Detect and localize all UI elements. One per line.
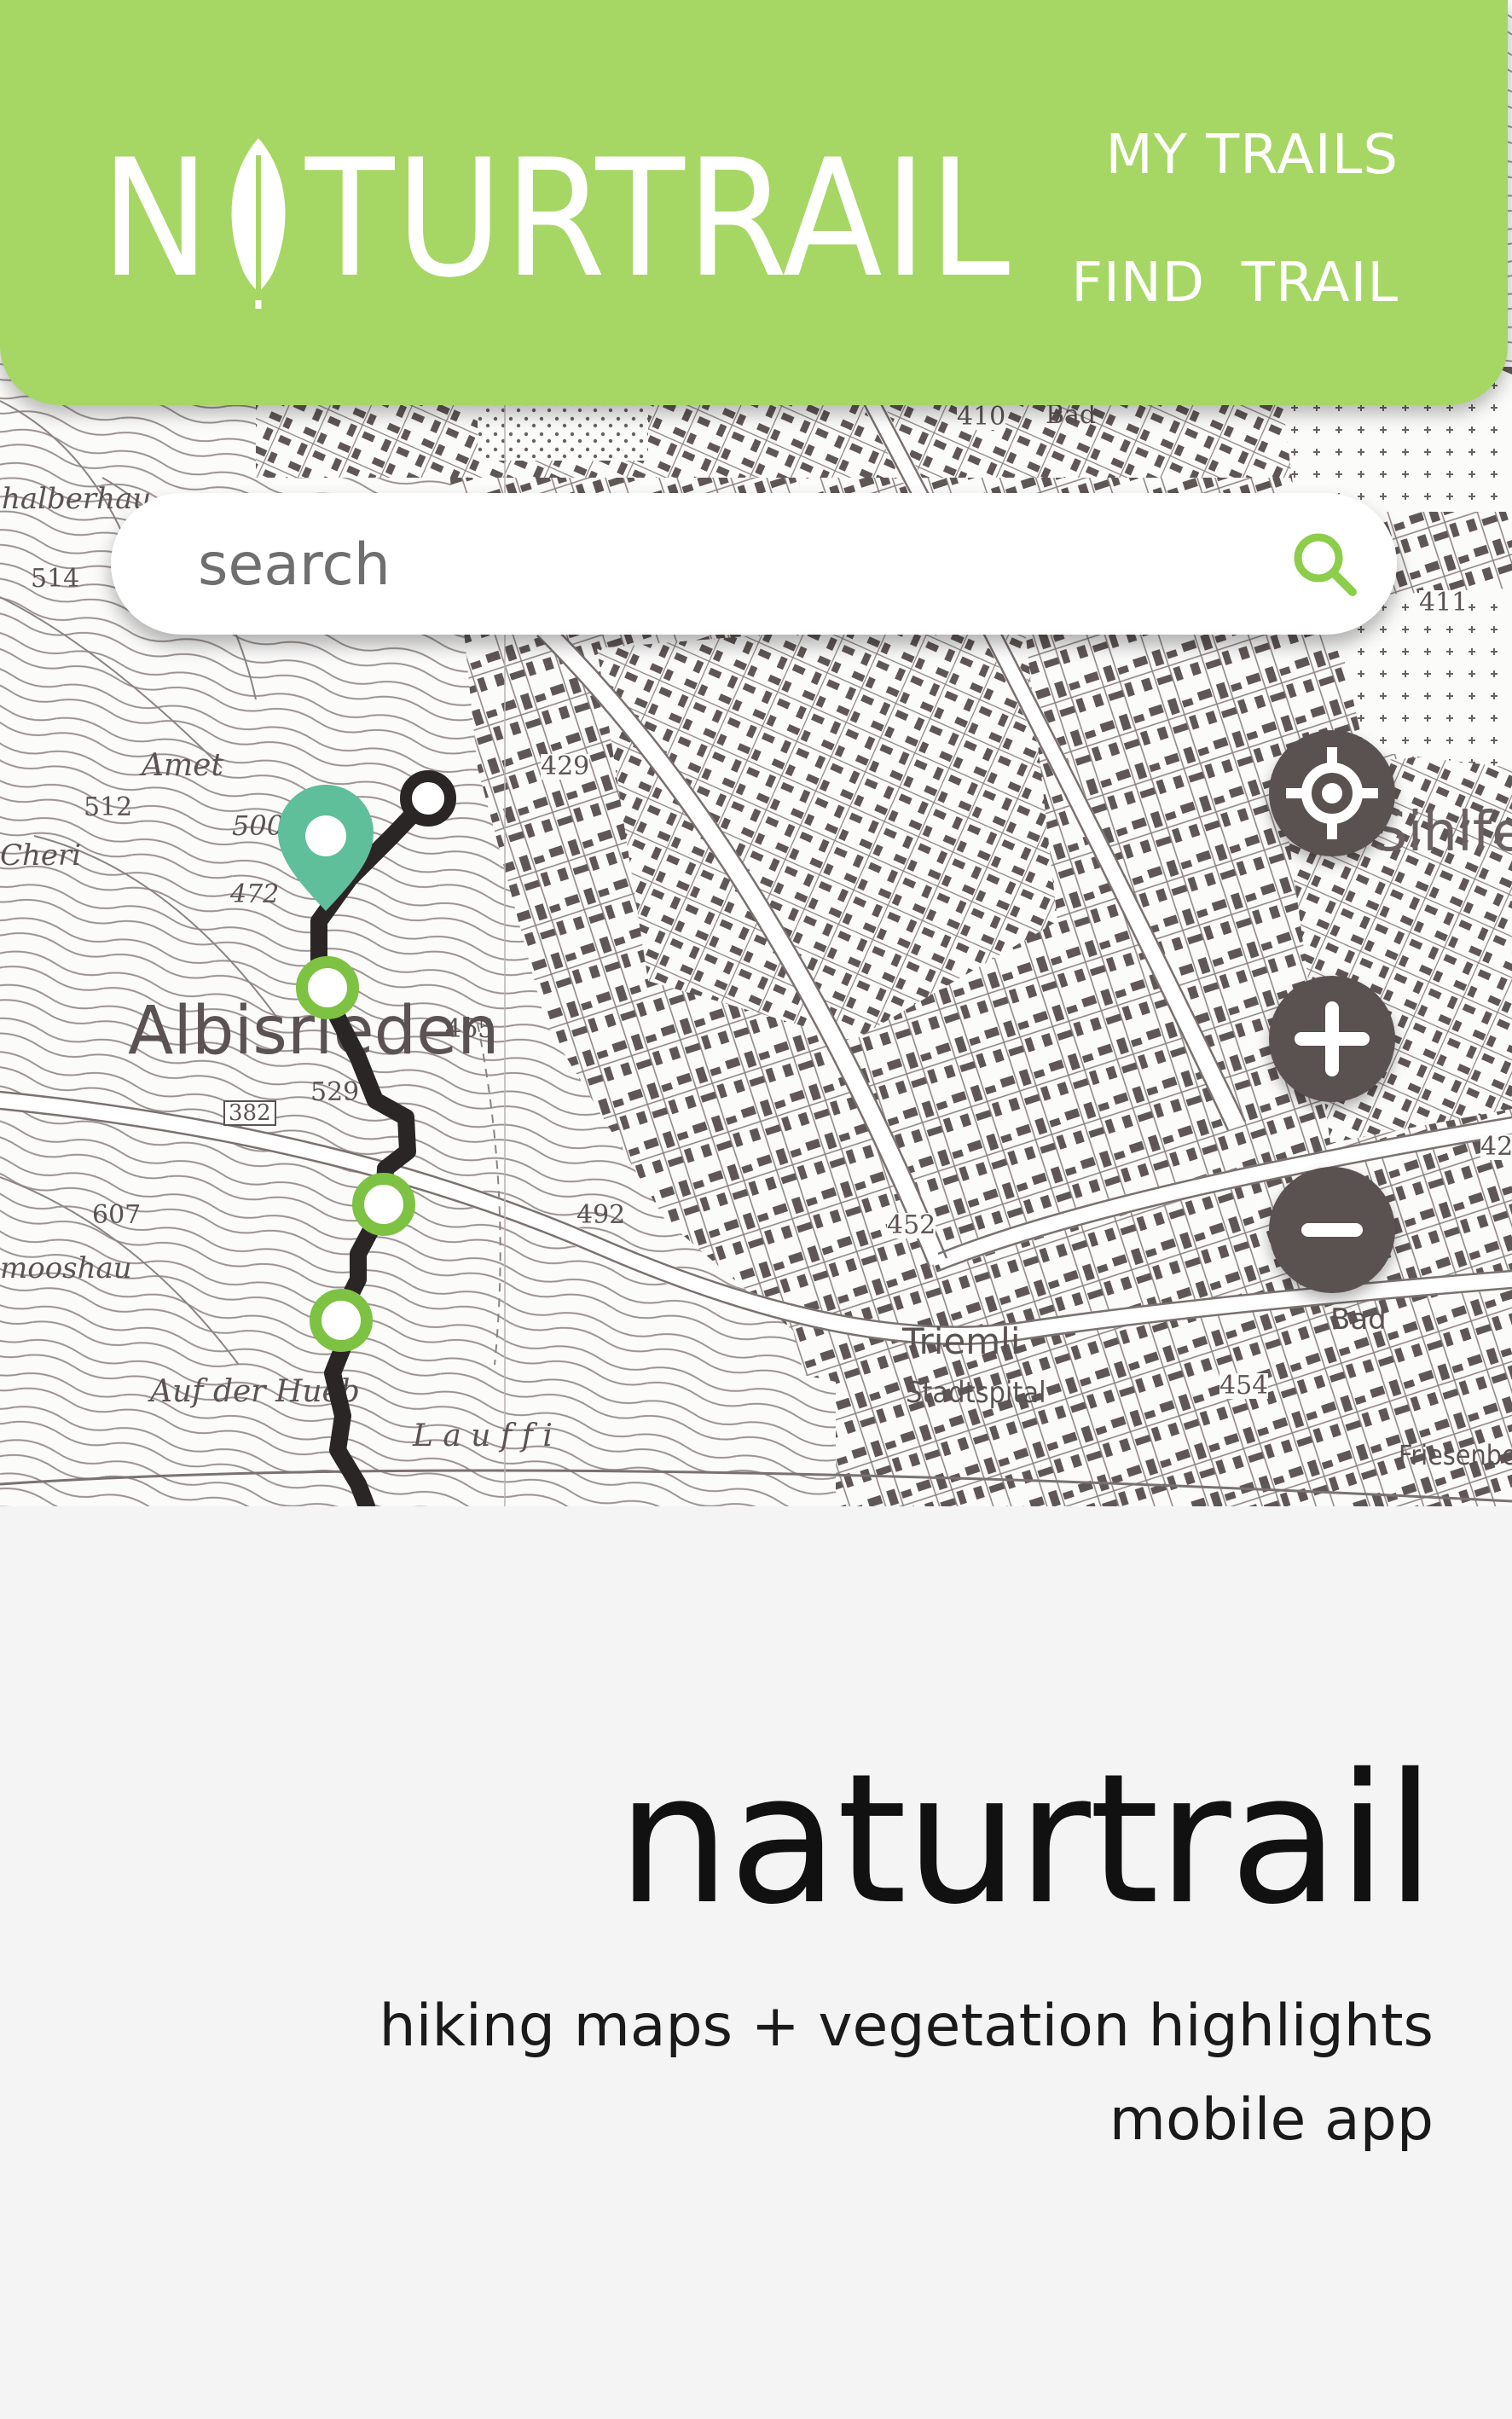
locate-button[interactable] <box>1269 730 1395 856</box>
crosshair-icon <box>1286 747 1378 839</box>
zoom-in-button[interactable] <box>1269 976 1395 1102</box>
app-subtitle-line1: hiking maps + vegetation highlights <box>379 1993 1434 2060</box>
plus-icon <box>1295 1001 1370 1076</box>
minus-icon <box>1301 1223 1363 1237</box>
logo-text-start: N <box>101 125 211 313</box>
app-title: naturtrail <box>617 1735 1435 1944</box>
zoom-out-button[interactable] <box>1269 1167 1395 1293</box>
logo-text-end: TURTRAIL <box>304 125 1012 313</box>
trail-route <box>310 790 437 1506</box>
nav-my-trails[interactable]: MY TRAILS <box>1105 128 1399 183</box>
search-input[interactable] <box>196 527 1223 602</box>
search-bar <box>111 493 1397 635</box>
leaf-icon <box>231 138 286 309</box>
app-subtitle-line2: mobile app <box>1109 2086 1434 2154</box>
app-header: N TURTRAIL MY TRAILS FIND TRAIL <box>0 0 1508 405</box>
search-icon[interactable] <box>1288 527 1361 600</box>
nav-find-trail[interactable]: FIND TRAIL <box>1071 256 1399 310</box>
app-logo[interactable]: N TURTRAIL <box>101 130 1011 309</box>
